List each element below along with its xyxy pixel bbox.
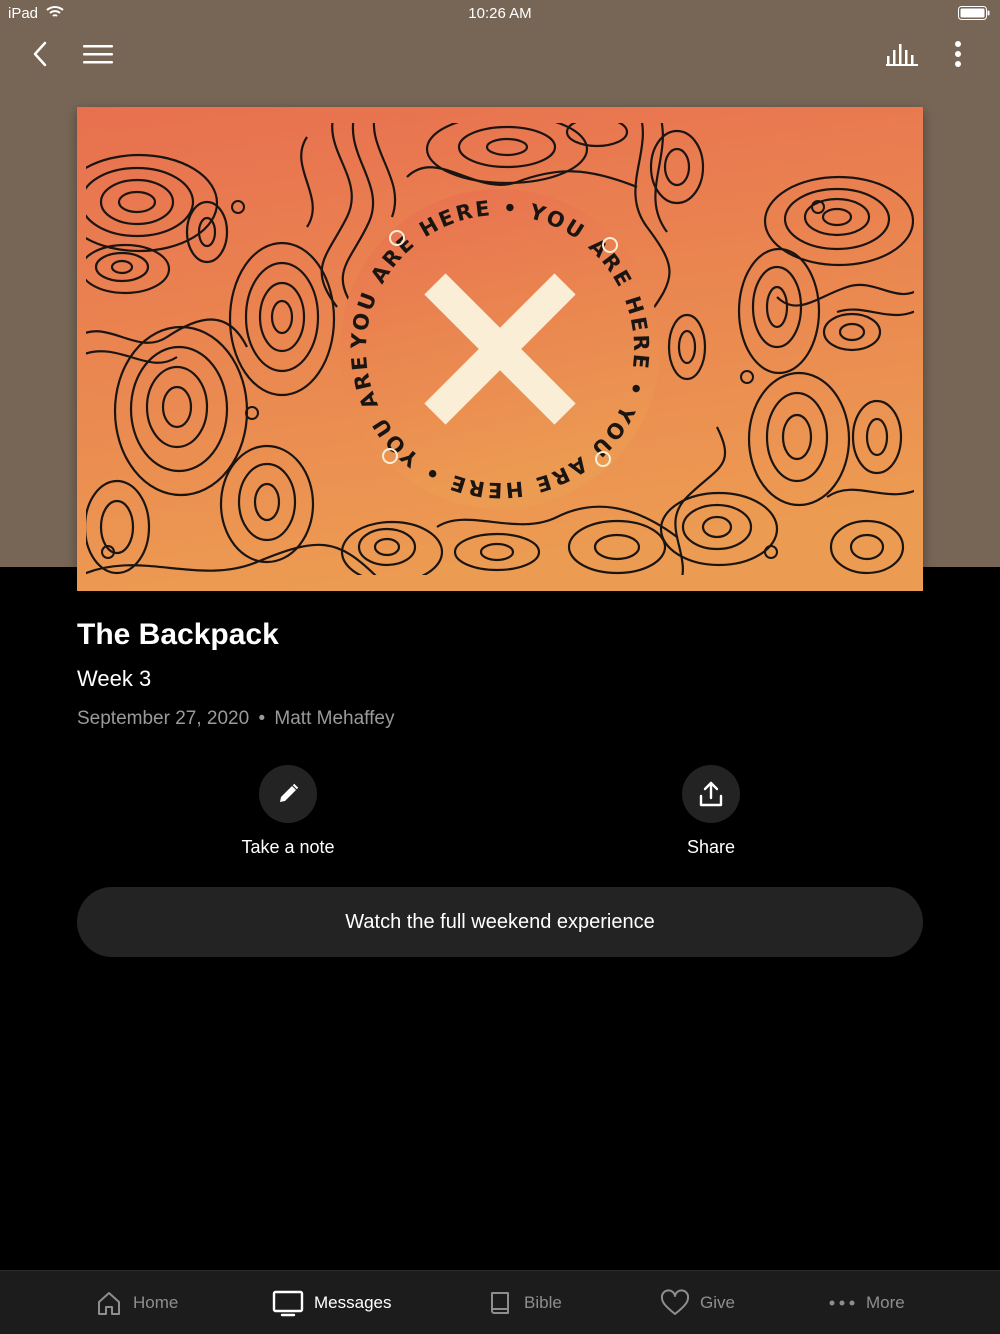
tab-give-label: Give	[700, 1293, 735, 1312]
battery-icon	[958, 6, 990, 20]
message-subtitle: Week 3	[77, 666, 152, 691]
menu-button[interactable]	[78, 36, 118, 72]
status-time: 10:26 AM	[468, 5, 532, 22]
tab-home-label: Home	[133, 1293, 179, 1312]
more-options-button[interactable]	[940, 36, 976, 72]
heart-icon	[660, 1289, 690, 1317]
ellipsis-icon	[828, 1299, 856, 1307]
meta-separator: •	[258, 708, 266, 729]
tab-messages[interactable]: Messages	[272, 1271, 391, 1334]
tab-bar: Home Messages Bible Give More	[0, 1270, 1000, 1334]
watch-full-experience-button[interactable]: Watch the full weekend experience	[77, 887, 923, 957]
tv-icon	[272, 1289, 304, 1317]
message-date: September 27, 2020	[77, 708, 250, 729]
audio-button[interactable]	[880, 36, 924, 72]
tab-messages-label: Messages	[314, 1293, 392, 1312]
home-icon	[95, 1289, 123, 1317]
audio-levels-icon	[886, 44, 918, 66]
take-note-label: Take a note	[241, 837, 335, 857]
pencil-icon	[280, 783, 299, 802]
message-speaker: Matt Mehaffey	[274, 708, 395, 729]
take-note-circle[interactable]	[259, 765, 317, 823]
vertical-ellipsis-icon	[955, 41, 961, 67]
sermon-artwork: YOU ARE HERE • YOU ARE HERE • YOU ARE HE…	[77, 107, 923, 591]
hamburger-icon	[83, 45, 113, 64]
tab-home[interactable]: Home	[95, 1271, 178, 1334]
tab-give[interactable]: Give	[660, 1271, 735, 1334]
chevron-left-icon	[33, 41, 47, 67]
share-label: Share	[686, 837, 736, 857]
back-button[interactable]	[22, 36, 58, 72]
message-title: The Backpack	[77, 618, 279, 651]
tab-bible-label: Bible	[524, 1293, 562, 1312]
tab-more[interactable]: More	[828, 1271, 905, 1334]
share-icon	[699, 781, 723, 807]
tab-more-label: More	[866, 1293, 905, 1312]
status-bar: iPad 10:26 AM	[0, 0, 1000, 28]
share-circle[interactable]	[682, 765, 740, 823]
book-icon	[488, 1289, 514, 1317]
message-meta: September 27, 2020 • Matt Mehaffey	[77, 708, 394, 730]
tab-bible[interactable]: Bible	[488, 1271, 562, 1334]
take-note-button[interactable]: Take a note	[188, 765, 388, 858]
share-button[interactable]: Share	[611, 765, 811, 858]
